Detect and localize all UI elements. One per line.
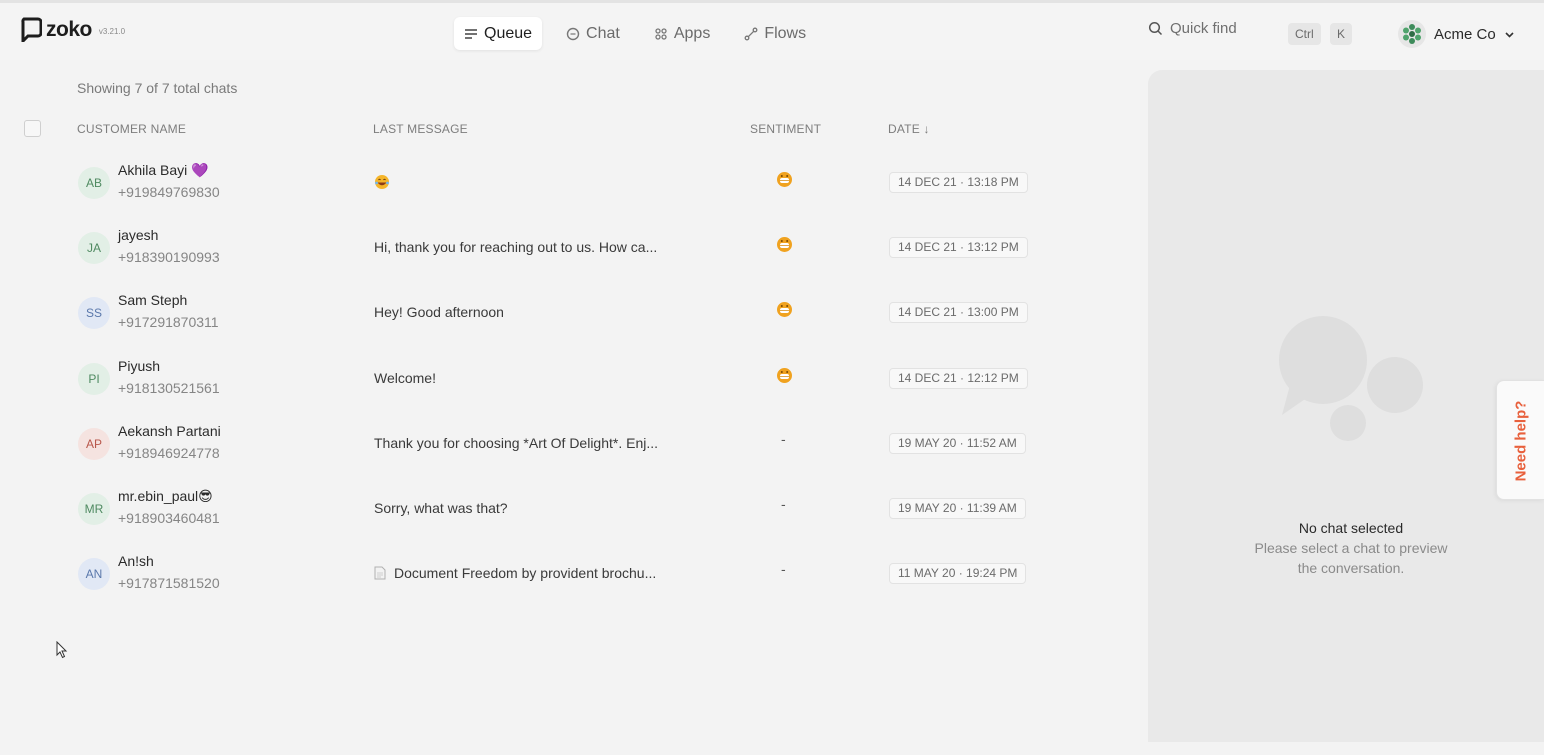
app-version: v3.21.0 [98, 26, 126, 36]
main-nav: Queue Chat Apps Flows [454, 17, 816, 50]
shortcut-k-key: K [1330, 23, 1353, 45]
header-customer-name: CUSTOMER NAME [77, 122, 187, 136]
positive-sentiment-icon [777, 172, 792, 187]
last-message: Thank you for choosing *Art Of Delight*.… [374, 435, 658, 451]
positive-sentiment-icon [777, 237, 792, 252]
sentiment-empty: - [781, 496, 786, 512]
customer-name: Akhila Bayi 💜 [118, 162, 209, 178]
customer-phone: +918946924778 [118, 445, 220, 461]
top-bar: zoko v3.21.0 Queue Chat Apps Flows Quick… [0, 0, 1544, 60]
chevron-down-icon [1505, 31, 1514, 38]
search-icon [1148, 21, 1163, 36]
last-message-text: Hey! Good afternoon [374, 304, 504, 320]
mouse-cursor-icon [56, 641, 68, 659]
table-row[interactable]: MR mr.ebin_paul😎 +918903460481 Sorry, what … [0, 478, 1100, 543]
tab-chat[interactable]: Chat [556, 17, 630, 50]
customer-name: Sam Steph [118, 292, 188, 308]
avatar: AP [78, 428, 110, 460]
tab-apps-label: Apps [673, 24, 711, 42]
last-message-text: Sorry, what was that? [374, 500, 508, 516]
org-logo-icon [1403, 24, 1421, 44]
positive-sentiment-icon [777, 302, 792, 317]
last-message: Hey! Good afternoon [374, 304, 504, 320]
customer-phone: +919849769830 [118, 184, 220, 200]
date-badge: 19 MAY 20 · 11:52 AM [889, 433, 1026, 454]
empty-chat-illustration-icon [1279, 316, 1423, 441]
avatar: AB [78, 167, 110, 199]
tab-chat-label: Chat [586, 24, 620, 42]
table-row[interactable]: AN An!sh +917871581520 Document Freedom by … [0, 543, 1100, 608]
tab-flows[interactable]: Flows [734, 17, 816, 50]
header-date[interactable]: DATE ↓ [888, 122, 930, 136]
org-name: Acme Co [1434, 25, 1496, 43]
date-badge: 14 DEC 21 · 13:00 PM [889, 302, 1028, 323]
customer-name: Piyush [118, 358, 161, 374]
list-icon [465, 28, 477, 39]
empty-state-subtitle: Please select a chat to preview the conv… [1254, 540, 1448, 576]
apps-grid-icon [655, 27, 667, 40]
last-message-text: Hi, thank you for reaching out to us. Ho… [374, 239, 658, 255]
customer-phone: +918130521561 [118, 380, 220, 396]
last-message: Document Freedom by provident brochu... [374, 565, 656, 581]
results-count: Showing 7 of 7 total chats [77, 80, 238, 96]
date-badge: 11 MAY 20 · 19:24 PM [889, 563, 1027, 584]
last-message [374, 174, 390, 190]
avatar: JA [78, 232, 110, 264]
sentiment-empty: - [781, 431, 786, 447]
last-message: Sorry, what was that? [374, 500, 508, 516]
tab-flows-label: Flows [764, 24, 807, 42]
date-badge: 14 DEC 21 · 12:12 PM [889, 368, 1028, 389]
quick-find-label: Quick find [1170, 20, 1237, 37]
need-help-label: Need help? [1512, 400, 1530, 482]
tab-apps[interactable]: Apps [644, 17, 720, 50]
last-message: Welcome! [374, 370, 436, 386]
avatar: PI [78, 363, 110, 395]
org-avatar [1398, 20, 1426, 48]
customer-name: An!sh [118, 553, 154, 569]
customer-name: jayesh [118, 227, 159, 243]
date-badge: 14 DEC 21 · 13:18 PM [889, 172, 1028, 193]
tab-queue-label: Queue [484, 24, 533, 42]
sentiment-empty: - [781, 561, 786, 577]
brand-name: zoko [46, 17, 92, 41]
table-row[interactable]: SS Sam Steph +917291870311 Hey! Good aftern… [0, 282, 1100, 347]
customer-name: mr.ebin_paul😎 [118, 488, 213, 504]
table-row[interactable]: PI Piyush +918130521561 Welcome! 14 DEC 21 ·… [0, 348, 1100, 413]
chat-bubble-icon [566, 27, 580, 40]
customer-phone: +917291870311 [118, 314, 219, 330]
tab-queue[interactable]: Queue [454, 17, 543, 50]
table-row[interactable]: JA jayesh +918390190993 Hi, thank you for r… [0, 217, 1100, 282]
quick-find[interactable]: Quick find [1148, 20, 1237, 37]
customer-phone: +918903460481 [118, 510, 220, 526]
empty-state-title: No chat selected [1298, 520, 1404, 536]
document-icon [374, 566, 386, 580]
last-message-text: Welcome! [374, 370, 436, 386]
last-message-text: Thank you for choosing *Art Of Delight*.… [374, 435, 659, 451]
date-badge: 19 MAY 20 · 11:39 AM [889, 498, 1026, 519]
laughing-emoji-icon [375, 175, 389, 189]
table-row[interactable]: AB Akhila Bayi 💜 +919849769830 14 DEC 21 · … [0, 152, 1100, 217]
chat-preview-panel: No chat selected Please select a chat to… [1148, 70, 1544, 742]
date-badge: 14 DEC 21 · 13:12 PM [889, 237, 1028, 258]
avatar: SS [78, 297, 110, 329]
positive-sentiment-icon [777, 368, 792, 383]
avatar: MR [78, 493, 110, 525]
table-header: CUSTOMER NAME LAST MESSAGE SENTIMENT DAT… [0, 120, 1100, 140]
table-row[interactable]: AP Aekansh Partani +918946924778 Thank you … [0, 413, 1100, 478]
zoko-logo-icon [21, 17, 42, 42]
flows-icon [744, 27, 758, 40]
customer-phone: +917871581520 [118, 575, 220, 591]
customer-phone: +918390190993 [118, 249, 220, 265]
avatar: AN [78, 558, 110, 590]
brand[interactable]: zoko v3.21.0 [20, 17, 125, 42]
last-message: Hi, thank you for reaching out to us. Ho… [374, 239, 657, 255]
org-switcher[interactable]: Acme Co [1398, 20, 1515, 48]
shortcut-ctrl-key: Ctrl [1288, 23, 1321, 45]
need-help-button[interactable]: Need help? [1496, 380, 1544, 500]
last-message-text: Document Freedom by provident brochu... [394, 565, 657, 581]
header-sentiment: SENTIMENT [750, 122, 822, 136]
header-last-message: LAST MESSAGE [373, 122, 468, 136]
customer-name: Aekansh Partani [118, 423, 221, 439]
